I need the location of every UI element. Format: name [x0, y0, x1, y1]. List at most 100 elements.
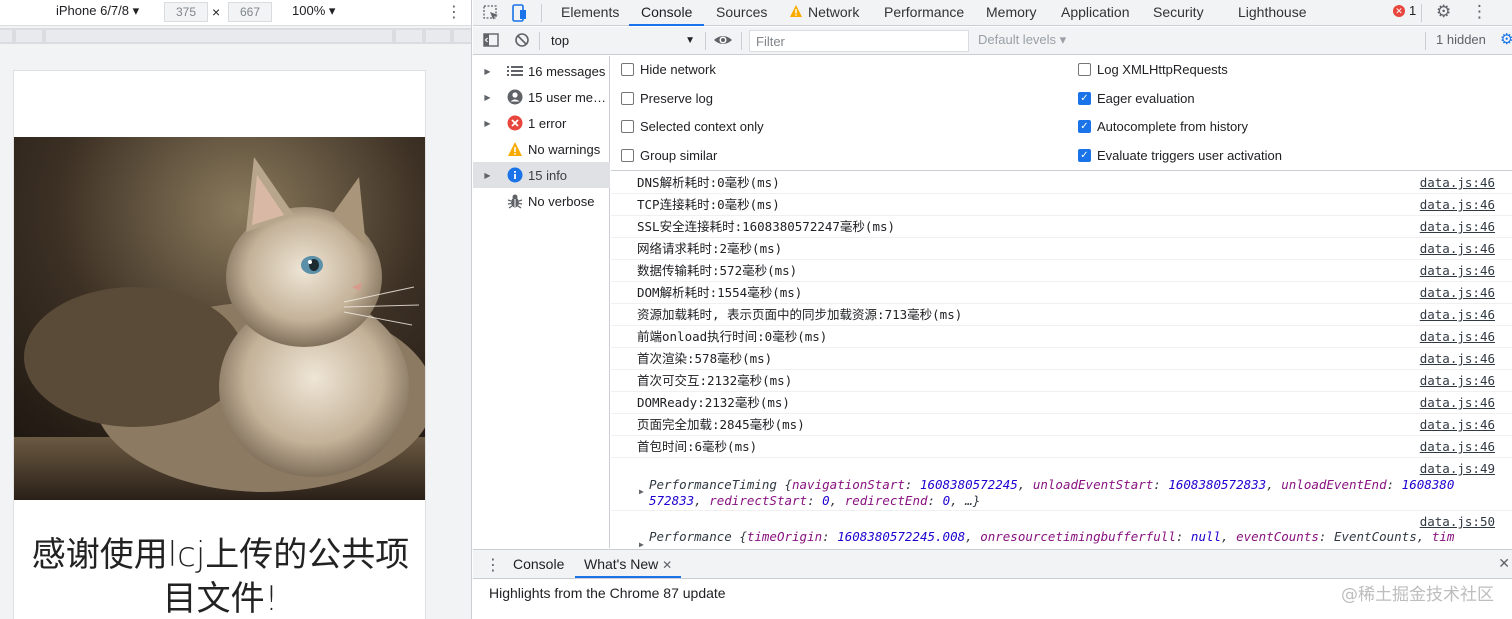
log-message: 网络请求耗时:2毫秒(ms) — [637, 241, 783, 256]
source-link[interactable]: data.js:46 — [1420, 436, 1495, 458]
source-link[interactable]: data.js:46 — [1420, 370, 1495, 392]
settings-gear-icon[interactable]: ⚙ — [1436, 2, 1451, 22]
error-icon: ✕ — [1393, 4, 1405, 17]
source-link[interactable]: data.js:46 — [1420, 282, 1495, 304]
source-link[interactable]: data.js:46 — [1420, 216, 1495, 238]
device-select[interactable]: iPhone 6/7/8 ▾ — [56, 3, 139, 19]
eager-evaluation-option[interactable]: ✓ Eager evaluation — [1078, 91, 1195, 106]
sidebar-item-messages[interactable]: ▶ 16 messages — [473, 58, 610, 84]
evaluate-triggers-checkbox[interactable]: ✓ — [1078, 149, 1091, 162]
watermark: @稀土掘金技术社区 — [1341, 585, 1494, 605]
sidebar-item-user-messages[interactable]: ▶ 15 user me… — [473, 84, 610, 110]
log-levels-dropdown[interactable]: Default levels ▾ — [978, 32, 1066, 48]
thanks-heading: 感谢使用lcj上传的公共项 目文件! — [14, 533, 425, 619]
clear-console-icon[interactable] — [513, 31, 533, 51]
console-settings-icon[interactable]: ⚙ — [1500, 30, 1512, 48]
device-toolbar: iPhone 6/7/8 ▾ 375 × 667 100% ▾ ⋮ — [0, 0, 471, 26]
tab-application[interactable]: Application — [1061, 0, 1130, 26]
height-input[interactable]: 667 — [228, 2, 272, 22]
log-message: DNS解析耗时:0毫秒(ms) — [637, 175, 780, 190]
console-messages: DNS解析耗时:0毫秒(ms) data.js:46 TCP连接耗时:0毫秒(ms… — [611, 172, 1512, 548]
tab-network[interactable]: Network — [808, 0, 859, 26]
tab-security[interactable]: Security — [1153, 0, 1204, 26]
context-value: top — [551, 33, 570, 48]
autocomplete-option[interactable]: ✓ Autocomplete from history — [1078, 119, 1248, 134]
source-link[interactable]: data.js:46 — [1420, 194, 1495, 216]
source-link[interactable]: data.js:46 — [1420, 304, 1495, 326]
group-similar-option[interactable]: Group similar — [621, 148, 717, 163]
sidebar-item-info[interactable]: ▶ 15 info — [473, 162, 610, 188]
drawer-tab-whats-new[interactable]: What's New ✕ — [575, 550, 682, 578]
log-row: 页面完全加载:2845毫秒(ms) data.js:46 — [611, 414, 1512, 436]
tab-memory[interactable]: Memory — [986, 0, 1037, 26]
hide-network-option[interactable]: Hide network — [621, 62, 716, 77]
tab-lighthouse[interactable]: Lighthouse — [1238, 0, 1307, 26]
hide-network-checkbox[interactable] — [621, 63, 634, 76]
log-message: 首次可交互:2132毫秒(ms) — [637, 373, 793, 388]
selected-context-checkbox[interactable] — [621, 120, 634, 133]
source-link[interactable]: data.js:46 — [1420, 348, 1495, 370]
tab-performance[interactable]: Performance — [884, 0, 964, 26]
filter-input[interactable] — [749, 30, 969, 52]
show-sidebar-icon[interactable] — [482, 31, 502, 51]
source-link[interactable]: data.js:46 — [1420, 414, 1495, 436]
more-options-icon[interactable]: ⋮ — [446, 2, 462, 22]
preserve-log-checkbox[interactable] — [621, 92, 634, 105]
sidebar-item-label: No warnings — [528, 141, 601, 157]
log-row: 数据传输耗时:572毫秒(ms) data.js:46 — [611, 260, 1512, 282]
source-link[interactable]: data.js:46 — [1420, 238, 1495, 260]
source-link[interactable]: data.js:46 — [1420, 260, 1495, 282]
tab-elements[interactable]: Elements — [561, 0, 619, 26]
source-link[interactable]: data.js:49 — [1420, 459, 1495, 479]
log-row: 首包时间:6毫秒(ms) data.js:46 — [611, 436, 1512, 458]
drawer-menu-icon[interactable]: ⋮ — [485, 555, 501, 575]
log-xhr-checkbox[interactable] — [1078, 63, 1091, 76]
close-tab-icon[interactable]: ✕ — [662, 558, 672, 572]
close-drawer-icon[interactable]: ✕ — [1498, 555, 1510, 572]
drawer-tab-console[interactable]: Console — [513, 550, 564, 578]
devtools-panel: Elements Console Sources Network Perform… — [473, 0, 1512, 619]
log-row: DOMReady:2132毫秒(ms) data.js:46 — [611, 392, 1512, 414]
expand-arrow-icon[interactable]: ▶ — [473, 93, 502, 102]
error-counter[interactable]: ✕ 1 — [1393, 3, 1416, 18]
thanks-line-2: 目文件! — [162, 579, 279, 619]
log-xhr-option[interactable]: Log XMLHttpRequests — [1078, 62, 1228, 77]
media-query-ruler[interactable] — [0, 28, 471, 44]
zoom-select[interactable]: 100% ▾ — [292, 3, 335, 19]
log-row: 网络请求耗时:2毫秒(ms) data.js:46 — [611, 238, 1512, 260]
inspect-element-icon[interactable] — [481, 3, 501, 23]
source-link[interactable]: data.js:46 — [1420, 392, 1495, 414]
log-row: DNS解析耗时:0毫秒(ms) data.js:46 — [611, 172, 1512, 194]
live-expression-eye-icon[interactable] — [713, 31, 733, 51]
expand-arrow-icon[interactable]: ▶ — [473, 171, 502, 180]
tab-console[interactable]: Console — [629, 0, 705, 26]
context-selector[interactable]: top ▼ — [543, 31, 699, 51]
expand-arrow-icon[interactable]: ▶ — [473, 119, 502, 128]
expand-object-icon[interactable]: ▶ — [639, 540, 644, 548]
device-toolbar-icon[interactable] — [509, 3, 529, 23]
source-link[interactable]: data.js:46 — [1420, 172, 1495, 194]
expand-object-icon[interactable]: ▶ — [639, 487, 644, 496]
chevron-down-icon: ▼ — [685, 35, 695, 46]
eager-evaluation-checkbox[interactable]: ✓ — [1078, 92, 1091, 105]
tab-sources[interactable]: Sources — [716, 0, 767, 26]
thanks-line-1: 感谢使用lcj上传的公共项 — [31, 535, 410, 575]
selected-context-option[interactable]: Selected context only — [621, 119, 764, 134]
object-log-row: data.js:49 ▶ PerformanceTiming {navigati… — [611, 459, 1512, 511]
expand-arrow-icon[interactable]: ▶ — [473, 67, 502, 76]
console-settings-pane: Hide network Preserve log Selected conte… — [611, 56, 1512, 171]
group-similar-checkbox[interactable] — [621, 149, 634, 162]
device-name: iPhone 6/7/8 — [56, 3, 130, 18]
width-input[interactable]: 375 — [164, 2, 208, 22]
object-preview[interactable]: Performance {timeOrigin: 1608380572245.0… — [649, 529, 1454, 545]
object-preview-cont: 572833, redirectStart: 0, redirectEnd: 0… — [649, 493, 981, 508]
sidebar-item-warnings[interactable]: No warnings — [473, 136, 610, 162]
sidebar-item-errors[interactable]: ▶ 1 error — [473, 110, 610, 136]
autocomplete-checkbox[interactable]: ✓ — [1078, 120, 1091, 133]
evaluate-triggers-option[interactable]: ✓ Evaluate triggers user activation — [1078, 148, 1282, 163]
sidebar-item-verbose[interactable]: No verbose — [473, 188, 610, 214]
customize-devtools-icon[interactable]: ⋮ — [1471, 2, 1488, 22]
source-link[interactable]: data.js:46 — [1420, 326, 1495, 348]
preserve-log-option[interactable]: Preserve log — [621, 91, 713, 106]
object-preview[interactable]: PerformanceTiming {navigationStart: 1608… — [649, 477, 1454, 493]
